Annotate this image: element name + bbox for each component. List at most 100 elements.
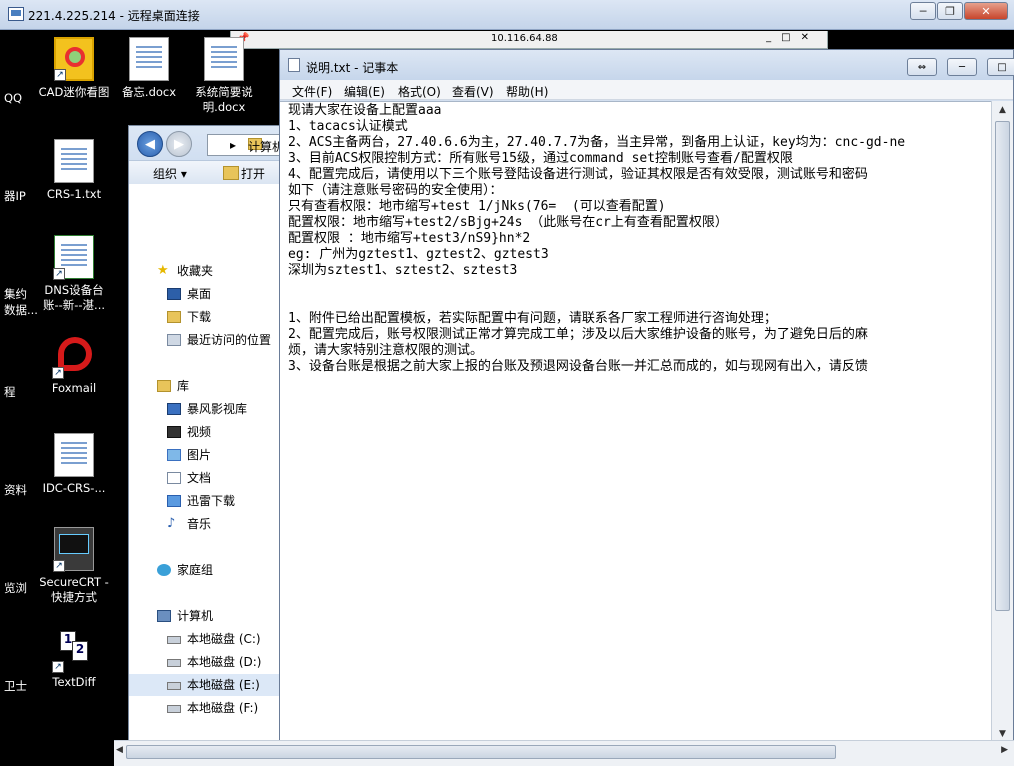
notepad-title: 说明.txt - 记事本 bbox=[306, 61, 399, 75]
restore-button[interactable]: ❐ bbox=[937, 2, 963, 20]
partial-label[interactable]: 集约 bbox=[4, 286, 27, 302]
text-file-icon bbox=[54, 139, 94, 183]
rdp-connection-bar: 📌 10.116.64.88 _□✕ bbox=[230, 31, 828, 49]
menu-format[interactable]: 格式(O) bbox=[398, 83, 441, 100]
tree-item-drive-c[interactable]: 本地磁盘 (C:) bbox=[129, 628, 279, 650]
tree-item-video-library[interactable]: 暴风影视库 bbox=[129, 398, 279, 420]
forward-arrow-icon[interactable]: ▶ bbox=[166, 131, 192, 157]
tree-item-label: 桌面 bbox=[187, 287, 212, 301]
tree-item-label: 视频 bbox=[187, 425, 212, 439]
menu-view[interactable]: 查看(V) bbox=[452, 83, 494, 100]
tree-item-recent[interactable]: 最近访问的位置 bbox=[129, 329, 279, 351]
desktop-icon-cad-viewer[interactable]: ↗ CAD迷你看图 bbox=[38, 37, 110, 100]
back-arrow-icon[interactable]: ◀ bbox=[137, 131, 163, 157]
menu-file[interactable]: 文件(F) bbox=[292, 83, 332, 100]
music-icon: ♪ bbox=[167, 516, 176, 531]
tree-item-music[interactable]: ♪ 音乐 bbox=[129, 513, 279, 535]
scroll-up-arrow-icon[interactable]: ▲ bbox=[992, 101, 1013, 119]
text-line: 2、配置完成后，账号权限测试正常才算完成工单；涉及以后大家维护设备的账号，为了避… bbox=[288, 327, 868, 342]
close-button[interactable]: ✕ bbox=[964, 2, 1008, 20]
explorer-toolbar: 组织 ▾ 打开 bbox=[129, 160, 281, 184]
notepad-minimize-button[interactable]: ─ bbox=[947, 58, 977, 76]
tree-item-thunder-downloads[interactable]: 迅雷下载 bbox=[129, 490, 279, 512]
desktop-icon-foxmail[interactable]: ↗ Foxmail bbox=[38, 333, 110, 396]
text-line: eg: 广州为gztest1、gztest2、gztest3 bbox=[288, 247, 549, 262]
desktop-icon-label: CAD迷你看图 bbox=[38, 85, 110, 99]
desktop-icon bbox=[167, 288, 181, 300]
desktop-icon-dns-ledger[interactable]: ↗ DNS设备台账--新--湛... bbox=[38, 235, 110, 313]
open-button[interactable]: 打开 bbox=[241, 165, 265, 182]
tree-item-computer[interactable]: 计算机 bbox=[129, 605, 279, 627]
horizontal-scroll-thumb[interactable] bbox=[126, 745, 836, 759]
remote-desktop-icon bbox=[8, 7, 24, 21]
notepad-maximize-button[interactable]: □ bbox=[987, 58, 1014, 76]
desktop-icon-crs-1-txt[interactable]: CRS-1.txt bbox=[38, 139, 110, 202]
tree-item-label: 家庭组 bbox=[177, 563, 214, 577]
scroll-thumb[interactable] bbox=[995, 121, 1010, 611]
notepad-text-area[interactable]: 现请大家在设备上配置aaa 1、tacacs认证模式 2、ACS主备两台，27.… bbox=[280, 101, 993, 743]
remote-desktop: 📌 10.116.64.88 _□✕ QQ 器IP 集约 数据... 程 资料 … bbox=[0, 31, 1014, 766]
text-line: 4、配置完成后，请使用以下三个账号登陆设备进行测试，验证其权限是否有效受限，测试… bbox=[288, 167, 868, 182]
menu-help[interactable]: 帮助(H) bbox=[506, 83, 548, 100]
partial-label[interactable]: 览浏 bbox=[4, 580, 27, 596]
tree-item-videos[interactable]: 视频 bbox=[129, 421, 279, 443]
partial-label[interactable]: QQ bbox=[4, 91, 22, 105]
desktop-icon-idc-crs[interactable]: IDC-CRS-... bbox=[38, 433, 110, 496]
tree-item-libraries[interactable]: 库 bbox=[129, 375, 279, 397]
notepad-icon bbox=[288, 58, 300, 72]
organize-button[interactable]: 组织 ▾ bbox=[153, 165, 187, 182]
text-line: 配置权限：地市缩写+test2/sBjg+24s （此账号在cr上有查看配置权限… bbox=[288, 215, 728, 230]
notepad-menubar: 文件(F) 编辑(E) 格式(O) 查看(V) 帮助(H) bbox=[280, 80, 1013, 100]
desktop-icon-label: TextDiff bbox=[52, 675, 96, 689]
tree-item-downloads[interactable]: 下载 bbox=[129, 306, 279, 328]
tree-item-label: 库 bbox=[177, 379, 190, 393]
tree-item-favorites[interactable]: ★ 收藏夹 bbox=[129, 260, 279, 282]
text-line: 1、tacacs认证模式 bbox=[288, 119, 408, 134]
horizontal-scrollbar[interactable]: ◀ ▶ bbox=[114, 740, 1014, 766]
tree-item-label: 下载 bbox=[187, 310, 212, 324]
desktop-icon-securecrt[interactable]: ↗ SecureCRT - 快捷方式 bbox=[38, 527, 110, 605]
text-line: 配置权限 ：地市缩写+test3/nS9}hn*2 bbox=[288, 231, 531, 246]
explorer-window: ◀ ▶ ▸ 计算机 组织 ▾ 打开 ★ 收藏夹 桌面 下载 最近访问的位置 库 … bbox=[128, 125, 287, 766]
tree-item-desktop[interactable]: 桌面 bbox=[129, 283, 279, 305]
tree-item-label: 图片 bbox=[187, 448, 212, 462]
partial-label[interactable]: 资料 bbox=[4, 482, 27, 498]
partial-label[interactable]: 程 bbox=[4, 384, 16, 400]
scroll-right-arrow-icon[interactable]: ▶ bbox=[1001, 745, 1008, 755]
tree-item-homegroup[interactable]: 家庭组 bbox=[129, 559, 279, 581]
tree-item-label: 本地磁盘 (F:) bbox=[187, 701, 259, 715]
drive-icon bbox=[167, 659, 181, 667]
minimize-button[interactable]: ─ bbox=[910, 2, 936, 20]
text-file-icon bbox=[54, 433, 94, 477]
menu-edit[interactable]: 编辑(E) bbox=[344, 83, 385, 100]
tree-item-label: 暴风影视库 bbox=[187, 402, 248, 416]
computer-icon bbox=[157, 610, 171, 622]
partial-label[interactable]: 数据... bbox=[4, 302, 38, 318]
text-line: 如下（请注意账号密码的安全使用）： bbox=[288, 183, 503, 198]
address-bar[interactable]: ▸ 计算机 bbox=[207, 134, 287, 156]
tree-item-pictures[interactable]: 图片 bbox=[129, 444, 279, 466]
desktop-icon-memo-docx[interactable]: 备忘.docx bbox=[113, 37, 185, 100]
scroll-left-arrow-icon[interactable]: ◀ bbox=[116, 745, 123, 755]
rdp-titlebar: 221.4.225.214 - 远程桌面连接 ─ ❐ ✕ bbox=[0, 0, 1014, 30]
tree-item-drive-e[interactable]: 本地磁盘 (E:) bbox=[129, 674, 279, 696]
partial-label[interactable]: 器IP bbox=[4, 188, 26, 204]
desktop-icon-textdiff[interactable]: 1 2 ↗ TextDiff bbox=[38, 627, 110, 690]
partial-label[interactable]: 卫士 bbox=[4, 678, 27, 694]
connection-bar-controls[interactable]: _□✕ bbox=[766, 32, 819, 43]
explorer-header: ◀ ▶ ▸ 计算机 组织 ▾ 打开 bbox=[129, 126, 287, 184]
textdiff-icon: 1 2 ↗ bbox=[52, 627, 94, 673]
tree-item-label: 收藏夹 bbox=[177, 264, 214, 278]
restore-connection-button[interactable]: ⇔ bbox=[907, 58, 937, 76]
tree-item-documents[interactable]: 文档 bbox=[129, 467, 279, 489]
notepad-titlebar: 说明.txt - 记事本 ⇔ ─ □ bbox=[280, 50, 1014, 80]
connection-ip: 10.116.64.88 bbox=[491, 33, 558, 44]
tree-item-drive-f[interactable]: 本地磁盘 (F:) bbox=[129, 697, 279, 719]
desktop-icon-system-brief-docx[interactable]: 系统简要说明.docx bbox=[188, 37, 260, 115]
text-line: 2、ACS主备两台，27.40.6.6为主，27.40.7.7为备，当主异常，到… bbox=[288, 135, 906, 150]
word-file-icon bbox=[129, 37, 169, 81]
tree-item-drive-d[interactable]: 本地磁盘 (D:) bbox=[129, 651, 279, 673]
notepad-vertical-scrollbar[interactable]: ▲ ▼ bbox=[991, 101, 1013, 743]
video-icon bbox=[167, 426, 181, 438]
text-line: 深圳为sztest1、sztest2、sztest3 bbox=[288, 263, 518, 278]
